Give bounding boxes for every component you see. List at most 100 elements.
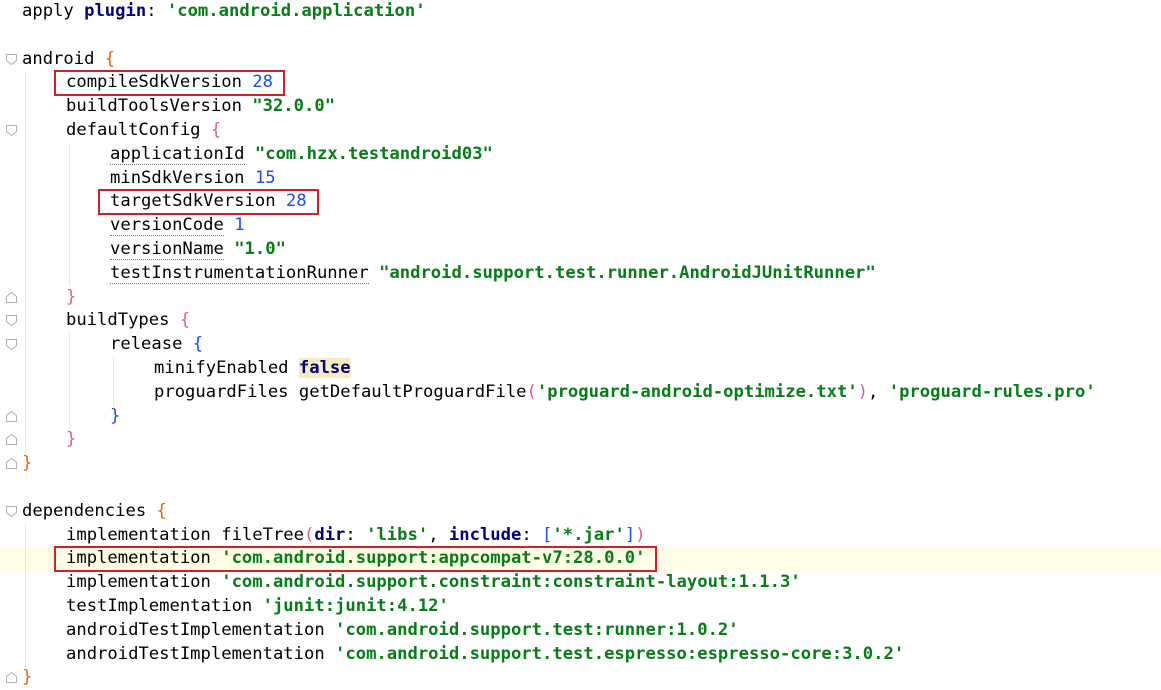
code-text: buildTypes { [66,309,190,333]
code-text: androidTestImplementation 'com.android.s… [66,619,739,643]
code-line[interactable]: buildToolsVersion "32.0.0" [0,95,1161,119]
code-token: 'proguard-android-optimize.txt' [536,381,858,402]
fold-close-icon[interactable] [5,291,18,304]
code-token: targetSdkVersion [110,191,286,212]
indent-guide [113,357,114,381]
code-line[interactable]: versionCode 1 [0,214,1161,238]
code-text: versionCode 1 [110,214,245,238]
code-line[interactable]: defaultConfig { [0,119,1161,143]
code-token: : [345,524,367,545]
code-token: 'com.android.support.test:runner:1.0.2' [335,619,739,640]
indent-guide [25,119,26,143]
indent-guide [69,214,70,238]
code-line[interactable]: targetSdkVersion 28 [0,190,1161,215]
code-token: proguardFiles getDefaultProguardFile [154,381,527,402]
indent-guide [25,214,26,238]
code-line[interactable]: } [0,428,1161,453]
code-line[interactable]: applicationId "com.hzx.testandroid03" [0,142,1161,167]
code-line[interactable]: } [0,452,1161,476]
indent-guide [69,357,70,381]
code-line[interactable]: dependencies { [0,500,1161,524]
code-token: } [66,286,77,307]
indent-guide [25,523,26,548]
code-token: false [298,358,351,378]
code-line[interactable]: release { [0,333,1161,357]
code-text: implementation 'com.android.support.cons… [66,571,801,595]
indent-guide [25,595,26,619]
code-token: 'libs' [366,524,429,545]
code-line[interactable]: implementation 'com.android.support.cons… [0,571,1161,595]
code-text: dependencies { [22,500,167,524]
code-line[interactable]: implementation fileTree(dir: 'libs', inc… [0,523,1161,548]
indent-guide [25,357,26,381]
fold-open-icon[interactable] [5,314,18,327]
code-editor[interactable]: apply plugin: 'com.android.application' a… [0,0,1161,689]
code-token: buildTypes [66,310,180,331]
code-text: } [22,452,32,476]
code-token: 1 [234,215,245,236]
code-token: ) [635,524,646,545]
code-token: 28 [252,72,273,93]
code-token: testInstrumentationRunner [110,262,369,284]
code-line[interactable]: testImplementation 'junit:junit:4.12' [0,595,1161,619]
indent-guide [25,285,26,310]
code-token: minSdkVersion [110,167,255,188]
code-line[interactable] [0,476,1161,500]
code-token: implementation [66,548,222,569]
code-token: buildToolsVersion [66,96,253,117]
code-token: 'proguard-rules.pro' [888,381,1096,402]
code-line[interactable]: } [0,404,1161,429]
code-token: } [66,429,77,450]
code-token: { [179,310,191,331]
indent-guide [25,642,26,667]
fold-open-icon[interactable] [5,338,18,351]
indent-guide [69,166,70,191]
code-token: testImplementation [66,596,263,616]
code-line[interactable]: proguardFiles getDefaultProguardFile('pr… [0,380,1161,405]
indent-guide [25,261,26,286]
fold-open-icon[interactable] [5,505,18,518]
code-token: '*.jar' [552,524,625,545]
code-line[interactable]: testInstrumentationRunner "android.suppo… [0,261,1161,286]
code-line[interactable]: minSdkVersion 15 [0,166,1161,191]
code-token: apply [22,1,85,21]
code-token: 'com.android.application' [166,1,426,21]
code-text: testImplementation 'junit:junit:4.12' [66,595,449,619]
code-line[interactable]: minifyEnabled false [0,357,1161,381]
fold-open-icon[interactable] [5,53,18,66]
code-line[interactable]: androidTestImplementation 'com.android.s… [0,642,1161,667]
code-line[interactable]: buildTypes { [0,309,1161,334]
indent-guide [25,238,26,262]
code-text: proguardFiles getDefaultProguardFile('pr… [154,381,1096,405]
indent-guide [25,380,26,405]
code-text: versionName "1.0" [110,238,286,262]
code-line[interactable]: implementation 'com.android.support:appc… [0,547,1161,572]
fold-close-icon[interactable] [5,410,18,423]
code-token: [ [542,524,553,545]
code-line[interactable]: versionName "1.0" [0,238,1161,262]
code-line[interactable]: android { [0,48,1161,72]
indent-guide [69,380,70,405]
code-token: implementation fileTree [66,524,304,545]
code-line[interactable]: } [0,666,1161,690]
indent-guide [25,95,26,119]
code-token: dependencies [22,500,157,521]
fold-open-icon[interactable] [5,124,18,137]
code-token: release [110,334,193,355]
code-line[interactable]: androidTestImplementation 'com.android.s… [0,618,1161,643]
code-line[interactable]: apply plugin: 'com.android.application' [0,0,1161,24]
code-line[interactable] [0,24,1161,48]
fold-close-icon[interactable] [5,433,18,446]
code-text: testInstrumentationRunner "android.suppo… [110,262,876,286]
fold-close-icon[interactable] [5,457,18,470]
indent-guide [25,618,26,643]
indent-guide [25,309,26,334]
indent-guide [25,166,26,191]
code-line[interactable]: compileSdkVersion 28 [0,71,1161,96]
fold-close-icon[interactable] [5,671,18,684]
code-token: android [22,48,105,69]
indent-guide [25,404,26,429]
code-text: } [22,666,32,690]
code-line[interactable]: } [0,285,1161,310]
